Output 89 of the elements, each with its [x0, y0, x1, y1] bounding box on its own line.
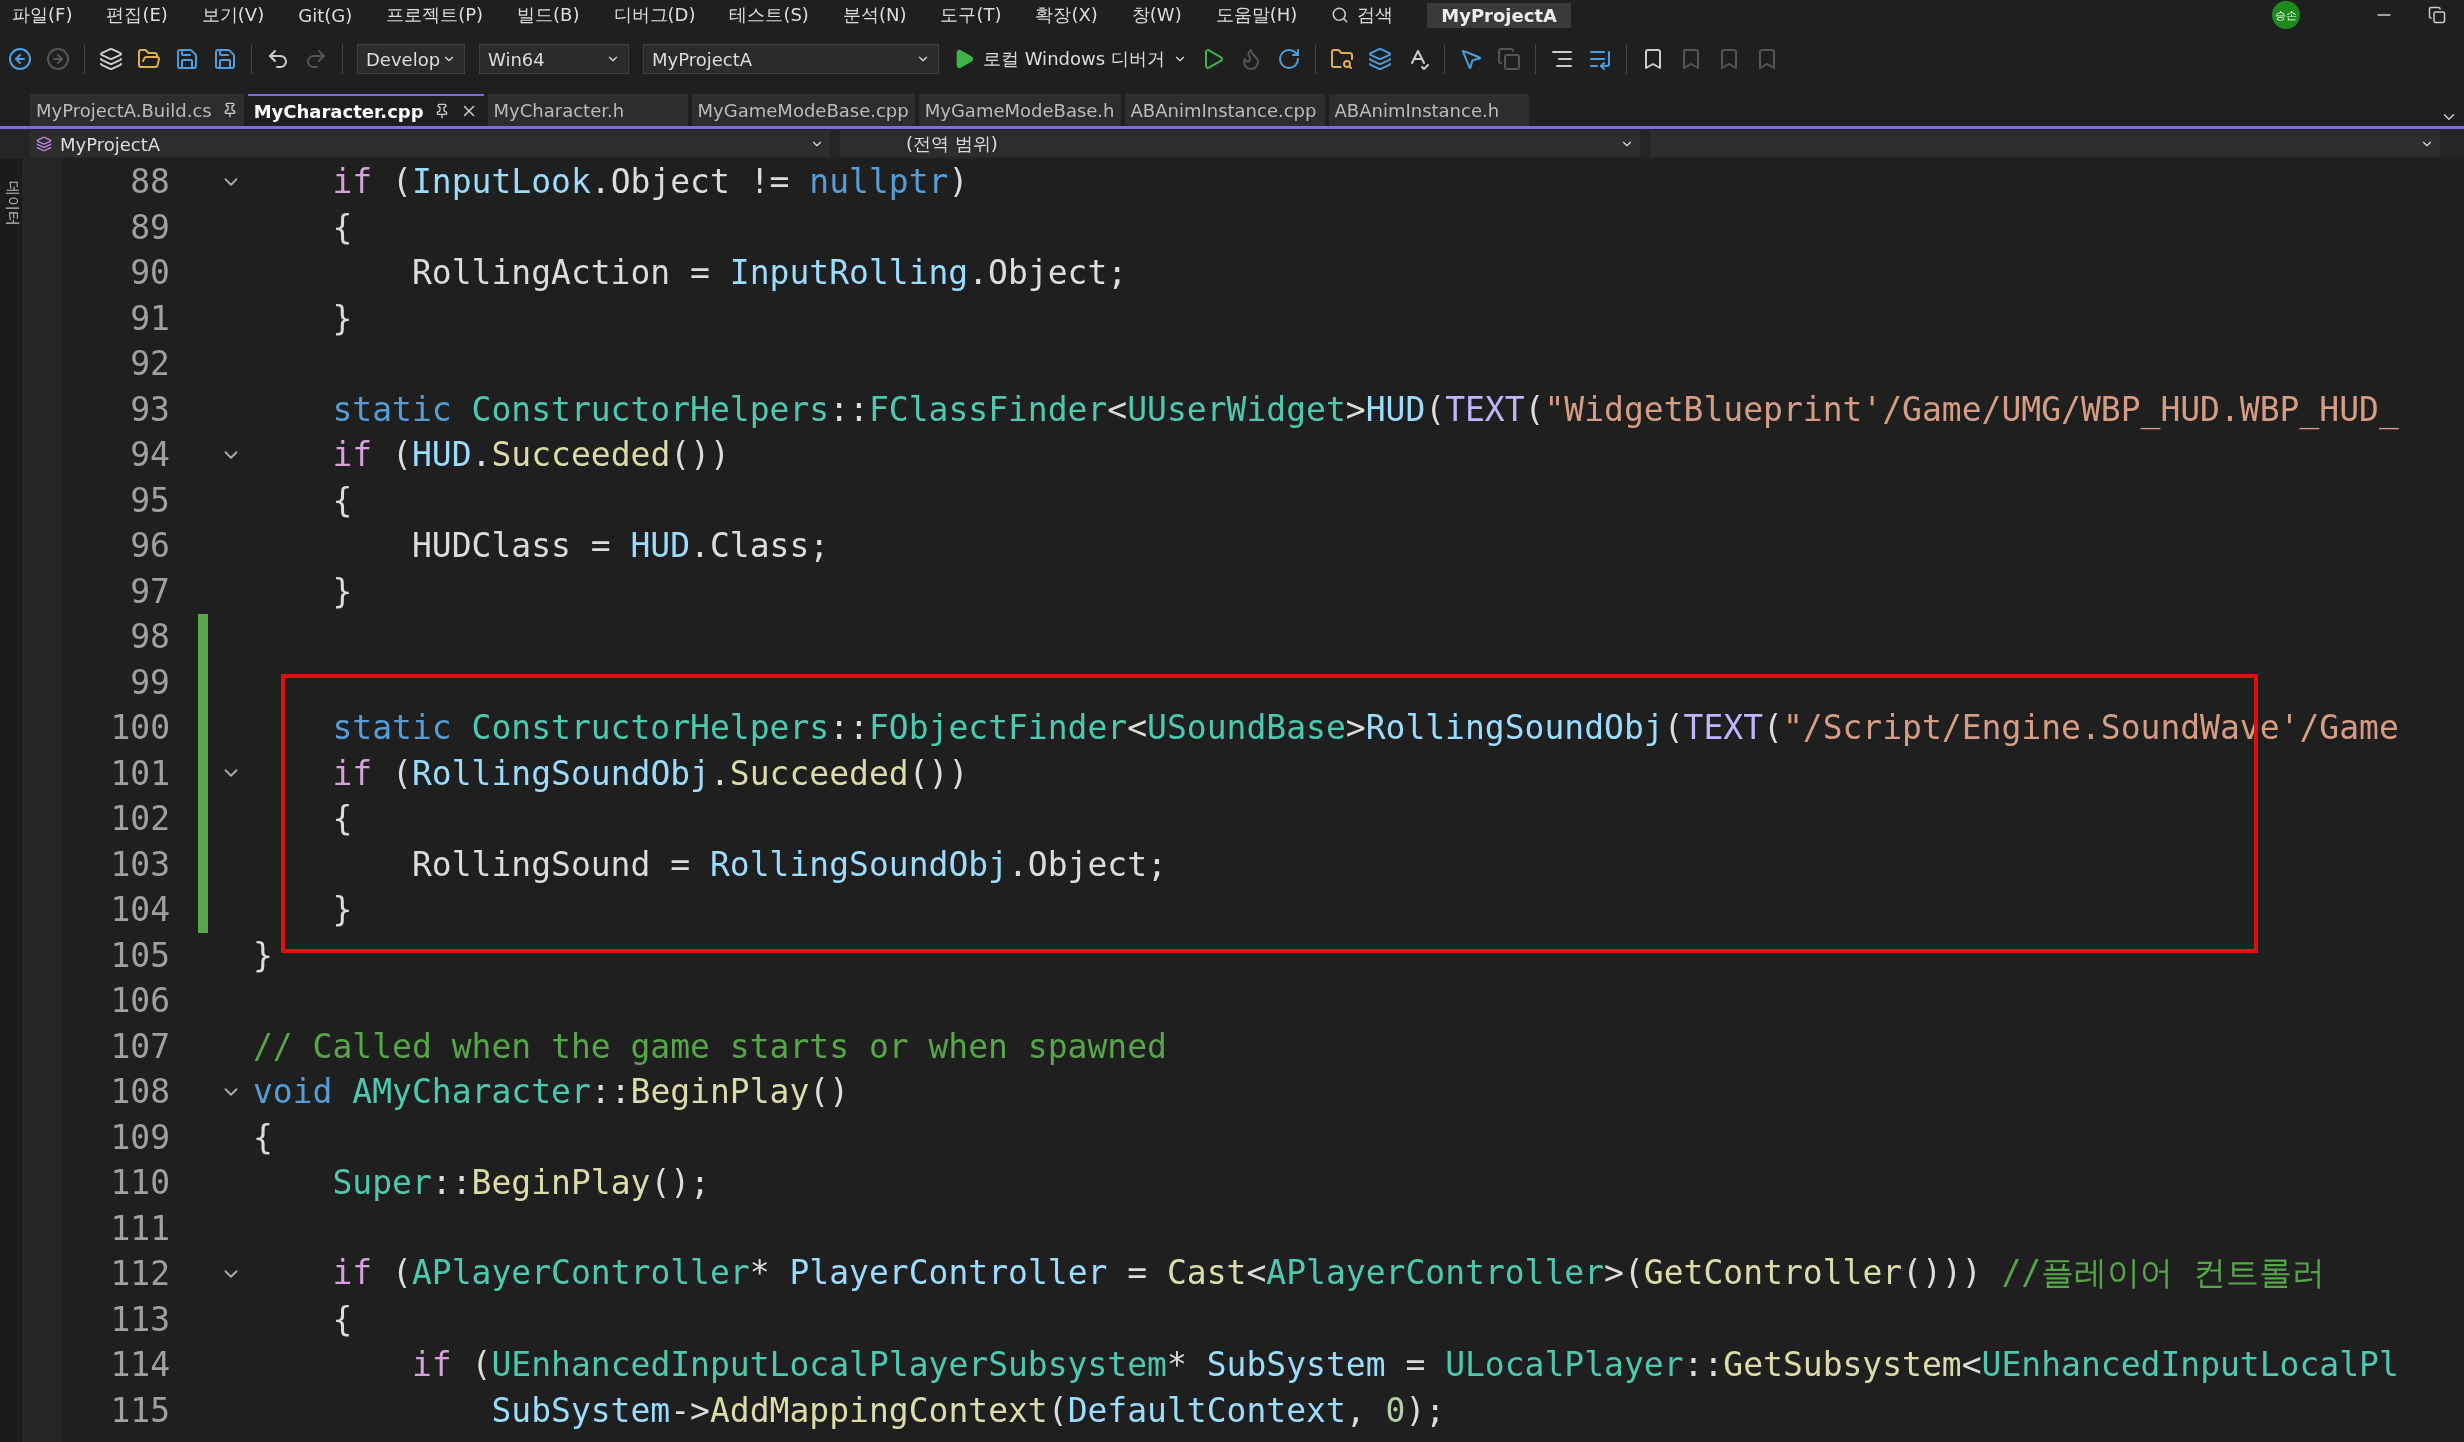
file-tab[interactable]: MyGameModeBase.h [918, 94, 1121, 126]
line-number: 90 [129, 253, 170, 293]
code-line: if (HUD.Succeeded()) [331, 435, 730, 475]
search-icon[interactable] [1331, 6, 1350, 24]
menu-item[interactable]: 도구(T) [940, 3, 1002, 27]
menu-item[interactable]: 편집(E) [106, 3, 168, 27]
line-number: 112 [109, 1254, 170, 1294]
scope-selector[interactable]: (전역 범위) [840, 131, 1640, 157]
line-number: 95 [129, 480, 170, 520]
folder-icon[interactable] [137, 47, 161, 71]
line-number: 91 [129, 298, 170, 338]
code-line: if (RollingSoundObj.Succeeded()) [331, 753, 969, 793]
side-tab[interactable]: 데이터 [1, 180, 21, 226]
file-tab[interactable]: MyCharacter.h [487, 94, 688, 126]
save-icon[interactable] [175, 47, 199, 71]
back-icon[interactable] [8, 47, 32, 71]
line-number: 102 [109, 799, 170, 839]
code-line: } [253, 935, 273, 975]
code-line: if (APlayerController* PlayerController = Cast<APlayerController>(GetController())) //플레이어 컨트롤러 [331, 1252, 2326, 1295]
project-selector[interactable]: MyProjectA [30, 131, 830, 157]
line-number: 106 [109, 981, 170, 1021]
file-tab[interactable]: ABAnimInstance.h [1328, 94, 1529, 126]
project-dropdown[interactable]: MyProjectA [643, 44, 939, 74]
menu-item[interactable]: 프로젝트(P) [386, 3, 484, 27]
menu-item[interactable]: 분석(N) [842, 3, 907, 27]
code-line: void AMyCharacter::BeginPlay() [253, 1072, 850, 1112]
code-line: if (InputLook.Object != nullptr) [331, 162, 969, 202]
line-number: 113 [109, 1299, 170, 1339]
search-button[interactable]: 검색 [1357, 3, 1394, 27]
menu-item[interactable]: 테스트(S) [729, 3, 809, 27]
code-line: RollingSound = RollingSoundObj.Object; [410, 844, 1167, 884]
line-number: 101 [109, 753, 170, 793]
code-line: { [331, 480, 353, 520]
code-line: if (UEnhancedInputLocalPlayerSubsystem* SubSystem = ULocalPlayer::GetSubsystem<UEnhancedInputLocalPl [410, 1345, 2399, 1385]
menu-item[interactable]: 확장(X) [1035, 3, 1098, 27]
line-number: 103 [109, 844, 170, 884]
line-number: 94 [129, 435, 170, 475]
restore-icon[interactable] [2428, 6, 2446, 24]
configuration-dropdown[interactable]: Develop [357, 44, 465, 74]
menu-item[interactable]: 보기(V) [201, 3, 265, 27]
file-tab[interactable]: ABAnimInstance.cpp [1124, 94, 1325, 126]
line-number: 110 [109, 1163, 170, 1203]
line-number: 115 [109, 1390, 170, 1430]
menu-item[interactable]: Git(G) [298, 4, 353, 26]
undo-icon[interactable] [266, 47, 290, 71]
code-line: static ConstructorHelpers::FClassFinder<UUserWidget>HUD(TEXT("WidgetBlueprint'/Game/UMG/WBP_HUD.WBP_HUD_ [331, 389, 2399, 429]
platform-dropdown[interactable]: Win64 [479, 44, 629, 74]
folder-search-icon[interactable] [1329, 47, 1354, 71]
line-number: 105 [109, 935, 170, 975]
run-button[interactable]: 로컬 Windows 디버거 [953, 47, 1187, 71]
line-number: 111 [109, 1208, 170, 1248]
line-number: 109 [109, 1117, 170, 1157]
code-line: } [331, 890, 353, 930]
refresh-icon[interactable] [1276, 47, 1301, 71]
code-line: } [331, 571, 353, 611]
code-line: { [331, 1299, 353, 1339]
line-number: 97 [129, 571, 170, 611]
line-number: 104 [109, 890, 170, 930]
code-line: RollingAction = InputRolling.Object; [410, 253, 1128, 293]
window-title: MyProjectA [1427, 2, 1571, 28]
line-number: 96 [129, 526, 170, 566]
line-number: 107 [109, 1026, 170, 1066]
code-line: { [253, 1117, 273, 1157]
code-line: HUDClass = HUD.Class; [410, 526, 830, 566]
menu-item[interactable]: 디버그(D) [613, 3, 696, 27]
project-icon [36, 136, 52, 152]
line-number: 89 [129, 207, 170, 247]
menu-item[interactable]: 도움말(H) [1215, 3, 1298, 27]
code-line: Super::BeginPlay(); [331, 1163, 710, 1203]
line-number: 108 [109, 1072, 170, 1112]
file-tab[interactable]: MyGameModeBase.cpp [691, 94, 915, 126]
file-tab[interactable]: MyProjectA.Build.cs [30, 94, 244, 126]
save-all-icon[interactable] [213, 47, 237, 71]
line-number: 99 [129, 662, 170, 702]
menu-item[interactable]: 파일(F) [12, 3, 73, 27]
line-number: 88 [129, 162, 170, 202]
line-number: 98 [129, 617, 170, 657]
menu-item[interactable]: 창(W) [1131, 3, 1182, 27]
code-line: } [331, 298, 353, 338]
line-number: 93 [129, 389, 170, 429]
code-line: { [331, 799, 353, 839]
code-line: SubSystem->AddMappingContext(DefaultContext, 0); [490, 1390, 1446, 1430]
account-avatar[interactable]: 승손 [2272, 1, 2300, 29]
line-number: 114 [109, 1345, 170, 1385]
code-line: // Called when the game starts or when spawned [253, 1026, 1167, 1066]
line-number: 92 [129, 344, 170, 384]
line-number: 100 [109, 708, 170, 748]
code-line: { [331, 207, 353, 247]
menu-item[interactable]: 빌드(B) [517, 3, 580, 27]
